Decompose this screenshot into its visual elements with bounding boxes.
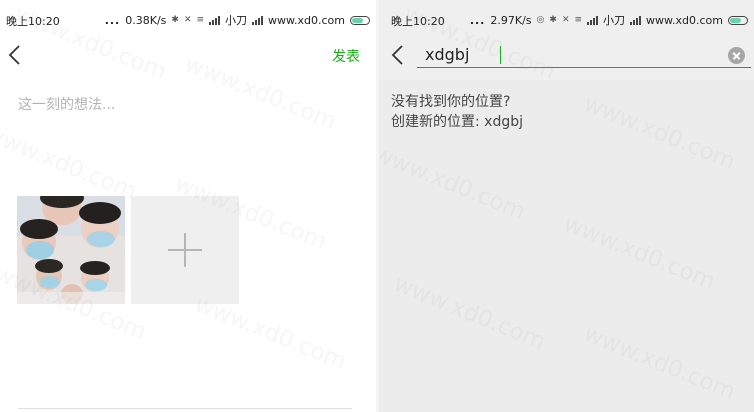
clear-icon[interactable] [728, 47, 745, 64]
back-arrow-icon[interactable] [6, 43, 26, 67]
site-watermark-text: www.xd0.com [646, 13, 723, 27]
bluetooth-icon: ✱ [549, 15, 557, 25]
battery-icon [350, 15, 370, 25]
signal-icon-2 [252, 15, 264, 25]
network-speed: 0.38K/s [125, 13, 167, 27]
add-photo-icon[interactable] [131, 196, 239, 304]
alarm-icon: ◎ [536, 15, 545, 25]
mute-icon: ✕ [561, 15, 570, 25]
create-location-link[interactable]: 创建新的位置: xdgbj [391, 112, 523, 132]
watermark: www.xd0.com [579, 320, 739, 406]
menu-icon: ≡ [196, 15, 205, 25]
signal-icon [587, 15, 599, 25]
status-bar: 晚上10:20 ... 0.38K/s ✱ ✕ ≡ 小刀 www.xd0.com [0, 0, 376, 36]
text-cursor [500, 46, 501, 64]
carrier-name: 小刀 [225, 14, 248, 27]
divider [18, 408, 352, 409]
watermark: www.xd0.com [559, 210, 719, 296]
menu-icon: ≡ [574, 15, 583, 25]
watermark: www.xd0.com [579, 90, 739, 176]
carrier-name: 小刀 [603, 14, 626, 27]
location-search-screen: 晚上10:20 ... 2.97K/s ◎ ✱ ✕ ≡ 小刀 www.xd0.c… [379, 0, 754, 412]
no-result-message[interactable]: 没有找到你的位置? 创建新的位置: xdgbj [391, 92, 523, 132]
network-speed: 2.97K/s [490, 13, 532, 27]
signal-icon [209, 15, 221, 25]
search-input[interactable] [425, 42, 715, 66]
thought-input[interactable]: 这一刻的想法... [18, 94, 115, 114]
watermark: www.xd0.com [379, 140, 529, 226]
compose-moment-screen: 晚上10:20 ... 0.38K/s ✱ ✕ ≡ 小刀 www.xd0.com… [0, 0, 376, 412]
status-dots: ... [469, 13, 486, 27]
watermark: www.xd0.com [0, 120, 140, 206]
no-result-text: 没有找到你的位置? [391, 94, 511, 110]
battery-icon [728, 15, 748, 25]
signal-icon-2 [630, 15, 642, 25]
status-dots: ... [104, 13, 121, 27]
site-watermark-text: www.xd0.com [268, 13, 345, 27]
watermark: www.xd0.com [389, 270, 549, 356]
mute-icon: ✕ [183, 15, 192, 25]
status-icons: ... 2.97K/s ◎ ✱ ✕ ≡ 小刀 www.xd0.com [470, 12, 748, 28]
selected-photo-thumbnail[interactable] [17, 196, 125, 304]
post-button[interactable]: 发表 [332, 46, 360, 66]
status-icons: ... 0.38K/s ✱ ✕ ≡ 小刀 www.xd0.com [105, 12, 370, 28]
location-search-field[interactable] [417, 42, 751, 68]
watermark: www.xd0.com [180, 50, 340, 136]
status-time: 晚上10:20 [391, 15, 445, 28]
bluetooth-icon: ✱ [171, 15, 179, 25]
back-arrow-icon[interactable] [389, 43, 409, 67]
status-bar: 晚上10:20 ... 2.97K/s ◎ ✱ ✕ ≡ 小刀 www.xd0.c… [379, 0, 754, 36]
status-time: 晚上10:20 [6, 15, 60, 28]
